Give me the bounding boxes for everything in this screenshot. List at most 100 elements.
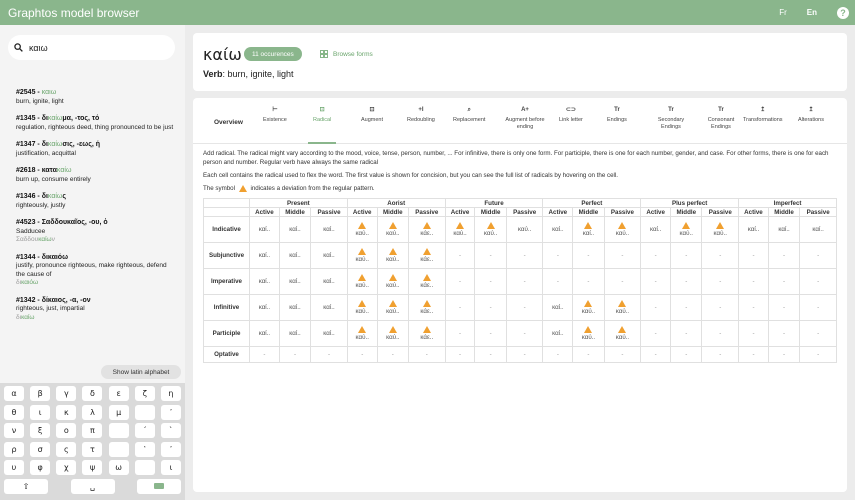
radical-cell[interactable]: καύ.. — [603, 320, 642, 347]
radical-cell[interactable]: - — [444, 346, 476, 363]
result-item[interactable]: #1344 - δικαιόω justify, pronounce righte… — [16, 254, 176, 288]
keyboard-key[interactable]: ς — [56, 441, 77, 457]
keyboard-key[interactable]: χ — [56, 460, 77, 475]
radical-cell[interactable]: - — [444, 268, 476, 295]
radical-cell[interactable]: καί.. — [249, 294, 280, 321]
tab-endings[interactable]: Tr Endings — [607, 104, 627, 124]
radical-cell[interactable]: - — [670, 320, 703, 347]
radical-cell[interactable]: - — [670, 268, 703, 295]
keyboard-key[interactable]: μ — [108, 404, 129, 420]
keyboard-key[interactable]: γ — [56, 386, 77, 401]
radical-cell[interactable]: κάε.. — [407, 320, 446, 347]
radical-cell[interactable]: - — [505, 320, 544, 347]
radical-cell[interactable]: - — [444, 320, 476, 347]
radical-cell[interactable]: καύ.. — [346, 268, 378, 295]
browse-forms-link[interactable]: Browse forms — [320, 50, 373, 58]
result-item[interactable]: #1342 - δίκαιος, -α, -ον righteous, just,… — [16, 297, 176, 323]
keyboard-key[interactable]: ῾ — [134, 441, 155, 457]
tab-radical[interactable]: ⊡ Radical — [313, 104, 331, 124]
result-item[interactable]: #1345 - δικαίωμα, -τος, τό regulation, ri… — [16, 115, 176, 132]
keyboard-key[interactable]: η — [160, 386, 181, 401]
tab-existence[interactable]: ⊢ Existence — [263, 104, 287, 124]
radical-cell[interactable]: - — [738, 320, 769, 347]
radical-cell[interactable]: καύ.. — [572, 294, 605, 321]
radical-cell[interactable]: καί.. — [278, 320, 312, 347]
keyboard-key[interactable]: ω — [108, 460, 129, 475]
radical-cell[interactable]: - — [474, 294, 507, 321]
help-icon[interactable]: ? — [837, 6, 849, 19]
radical-cell[interactable]: - — [603, 268, 642, 295]
keyboard-key[interactable]: υ — [4, 460, 24, 475]
backspace-key[interactable] — [137, 478, 181, 494]
keyboard-key[interactable]: λ — [82, 404, 103, 420]
radical-cell[interactable]: - — [505, 346, 544, 363]
radical-cell[interactable]: καί.. — [738, 216, 769, 243]
radical-cell[interactable]: καύ.. — [376, 320, 409, 347]
tab-transformations[interactable]: ↥ Transformations — [743, 104, 783, 124]
radical-cell[interactable]: - — [278, 346, 312, 363]
radical-cell[interactable]: - — [542, 346, 574, 363]
radical-cell[interactable]: καύ.. — [444, 216, 476, 243]
radical-cell[interactable]: - — [474, 320, 507, 347]
radical-cell[interactable]: - — [640, 294, 672, 321]
radical-cell[interactable]: - — [572, 242, 605, 269]
radical-cell[interactable]: καί.. — [542, 320, 574, 347]
radical-cell[interactable]: - — [670, 346, 703, 363]
radical-cell[interactable]: - — [701, 320, 740, 347]
tab-consonant-endings[interactable]: Tr Consonant Endings — [701, 104, 741, 130]
shift-key[interactable]: ⇧ — [4, 478, 48, 494]
radical-cell[interactable]: καύ.. — [603, 216, 642, 243]
tab-link-letter[interactable]: ⊂⊃ Link letter — [559, 104, 583, 124]
radical-cell[interactable]: - — [767, 242, 801, 269]
result-item[interactable]: #1346 - δικαίως righteously, justly — [16, 193, 176, 210]
radical-cell[interactable]: - — [738, 346, 769, 363]
keyboard-key[interactable]: ζ — [134, 386, 155, 401]
result-item[interactable]: #4523 - Σαδδουκαῖος, -ου, ὁ Sadducee Σαδδο… — [16, 219, 176, 245]
keyboard-key[interactable] — [108, 423, 129, 438]
result-item[interactable]: #2618 - κατακαίω burn up, consume entirel… — [16, 167, 176, 184]
radical-cell[interactable]: καί.. — [310, 294, 348, 321]
radical-cell[interactable]: - — [767, 320, 801, 347]
radical-cell[interactable]: κάε.. — [407, 294, 446, 321]
tab-replacement[interactable]: ⌕ Replacement — [453, 104, 485, 124]
radical-cell[interactable]: καί.. — [572, 216, 605, 243]
radical-cell[interactable]: - — [310, 346, 348, 363]
radical-cell[interactable]: - — [603, 242, 642, 269]
radical-cell[interactable]: - — [767, 294, 801, 321]
keyboard-key[interactable]: κ — [56, 404, 77, 420]
radical-cell[interactable]: - — [670, 242, 703, 269]
keyboard-key[interactable]: α — [4, 386, 24, 401]
radical-cell[interactable]: - — [738, 268, 769, 295]
keyboard-key[interactable]: δ — [82, 386, 103, 401]
keyboard-key[interactable]: φ — [30, 460, 51, 475]
radical-cell[interactable]: καί.. — [310, 268, 348, 295]
radical-cell[interactable]: καύ.. — [376, 216, 409, 243]
radical-cell[interactable]: καί.. — [278, 268, 312, 295]
keyboard-key[interactable]: σ — [30, 441, 51, 457]
space-key[interactable]: ␣ — [70, 478, 115, 494]
keyboard-key[interactable]: ο — [56, 423, 77, 438]
keyboard-key[interactable]: ´ — [134, 423, 155, 438]
keyboard-key[interactable] — [134, 460, 155, 475]
keyboard-key[interactable] — [134, 404, 155, 420]
tab-secondary-endings[interactable]: Tr Secondary Endings — [651, 104, 691, 130]
radical-cell[interactable]: καί.. — [249, 268, 280, 295]
radical-cell[interactable]: καύ.. — [701, 216, 740, 243]
radical-cell[interactable]: - — [640, 242, 672, 269]
search-input[interactable] — [29, 42, 159, 53]
radical-cell[interactable]: - — [799, 320, 837, 347]
radical-cell[interactable]: - — [799, 268, 837, 295]
tab-alterations[interactable]: ↥ Alterations — [798, 104, 824, 124]
radical-cell[interactable]: - — [640, 346, 672, 363]
tab-redoubling[interactable]: +I Redoubling — [407, 104, 435, 124]
radical-cell[interactable]: καύ.. — [346, 294, 378, 321]
radical-cell[interactable]: - — [799, 294, 837, 321]
radical-cell[interactable]: - — [670, 294, 703, 321]
radical-cell[interactable]: - — [572, 268, 605, 295]
radical-cell[interactable]: - — [572, 346, 605, 363]
radical-cell[interactable]: - — [701, 268, 740, 295]
radical-cell[interactable]: - — [767, 268, 801, 295]
radical-cell[interactable]: καί.. — [249, 242, 280, 269]
keyboard-key[interactable]: ι — [30, 404, 51, 420]
radical-cell[interactable]: καί.. — [799, 216, 837, 243]
